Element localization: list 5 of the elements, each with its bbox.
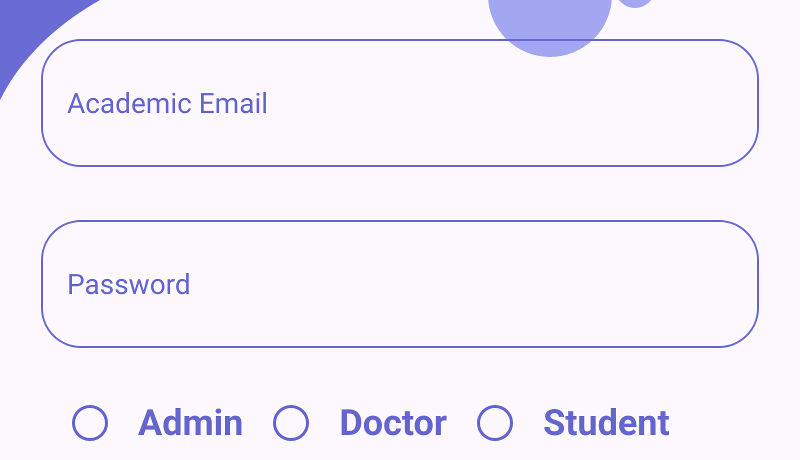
- role-radio[interactable]: Admin: [72, 396, 244, 450]
- input-field[interactable]: Password: [41, 220, 759, 348]
- input-field[interactable]: Academic Email: [41, 39, 759, 167]
- role-radio[interactable]: Doctor: [273, 396, 448, 450]
- role-radio[interactable]: Student: [477, 396, 670, 450]
